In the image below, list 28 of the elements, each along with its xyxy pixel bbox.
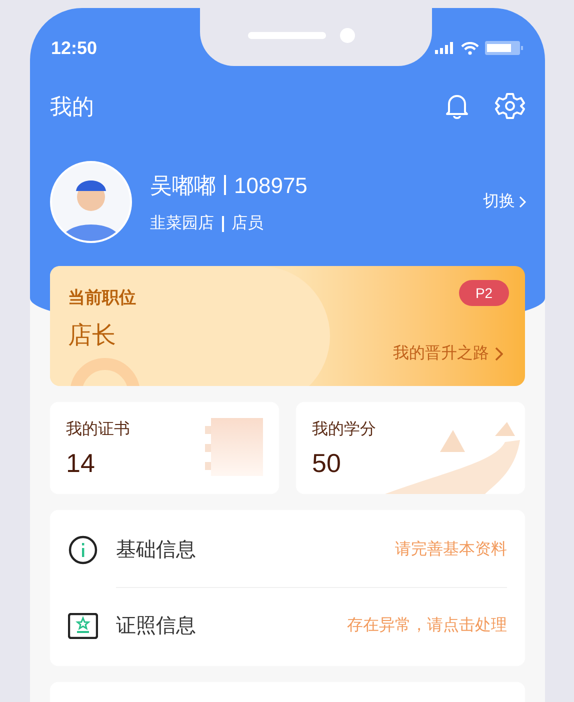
settings-icon[interactable] (495, 91, 525, 121)
stat-card[interactable]: 我的证书 14 (50, 402, 279, 494)
store-name: 韭菜园店 (150, 214, 214, 234)
position-value: 店长 (68, 320, 116, 350)
stat-value: 50 (312, 447, 341, 480)
page-title: 我的 (50, 92, 94, 120)
user-id: 108975 (234, 172, 308, 200)
user-role: 店员 (232, 214, 264, 234)
wifi-icon (461, 42, 479, 54)
certificate-icon (68, 613, 98, 639)
stat-label: 我的学分 (312, 420, 376, 440)
stat-label: 我的证书 (66, 420, 130, 440)
level-badge: P2 (459, 280, 509, 306)
position-label: 当前职位 (68, 287, 136, 310)
chevron-right-icon (519, 196, 527, 208)
notification-bell-icon[interactable] (443, 92, 471, 120)
battery-icon (485, 41, 523, 55)
info-item-label[interactable]: 基础信息 (116, 534, 196, 564)
stat-card[interactable]: 我的学分 50 (296, 402, 525, 494)
info-icon (68, 535, 98, 565)
user-name: 吴嘟嘟 (150, 172, 216, 200)
speaker-icon (248, 32, 326, 39)
signal-icon (435, 42, 455, 54)
notebook-icon (205, 418, 263, 476)
chevron-right-icon (495, 347, 503, 361)
stat-value: 14 (66, 447, 95, 480)
status-time: 12:50 (51, 36, 98, 60)
info-item-label[interactable]: 证照信息 (116, 611, 196, 641)
